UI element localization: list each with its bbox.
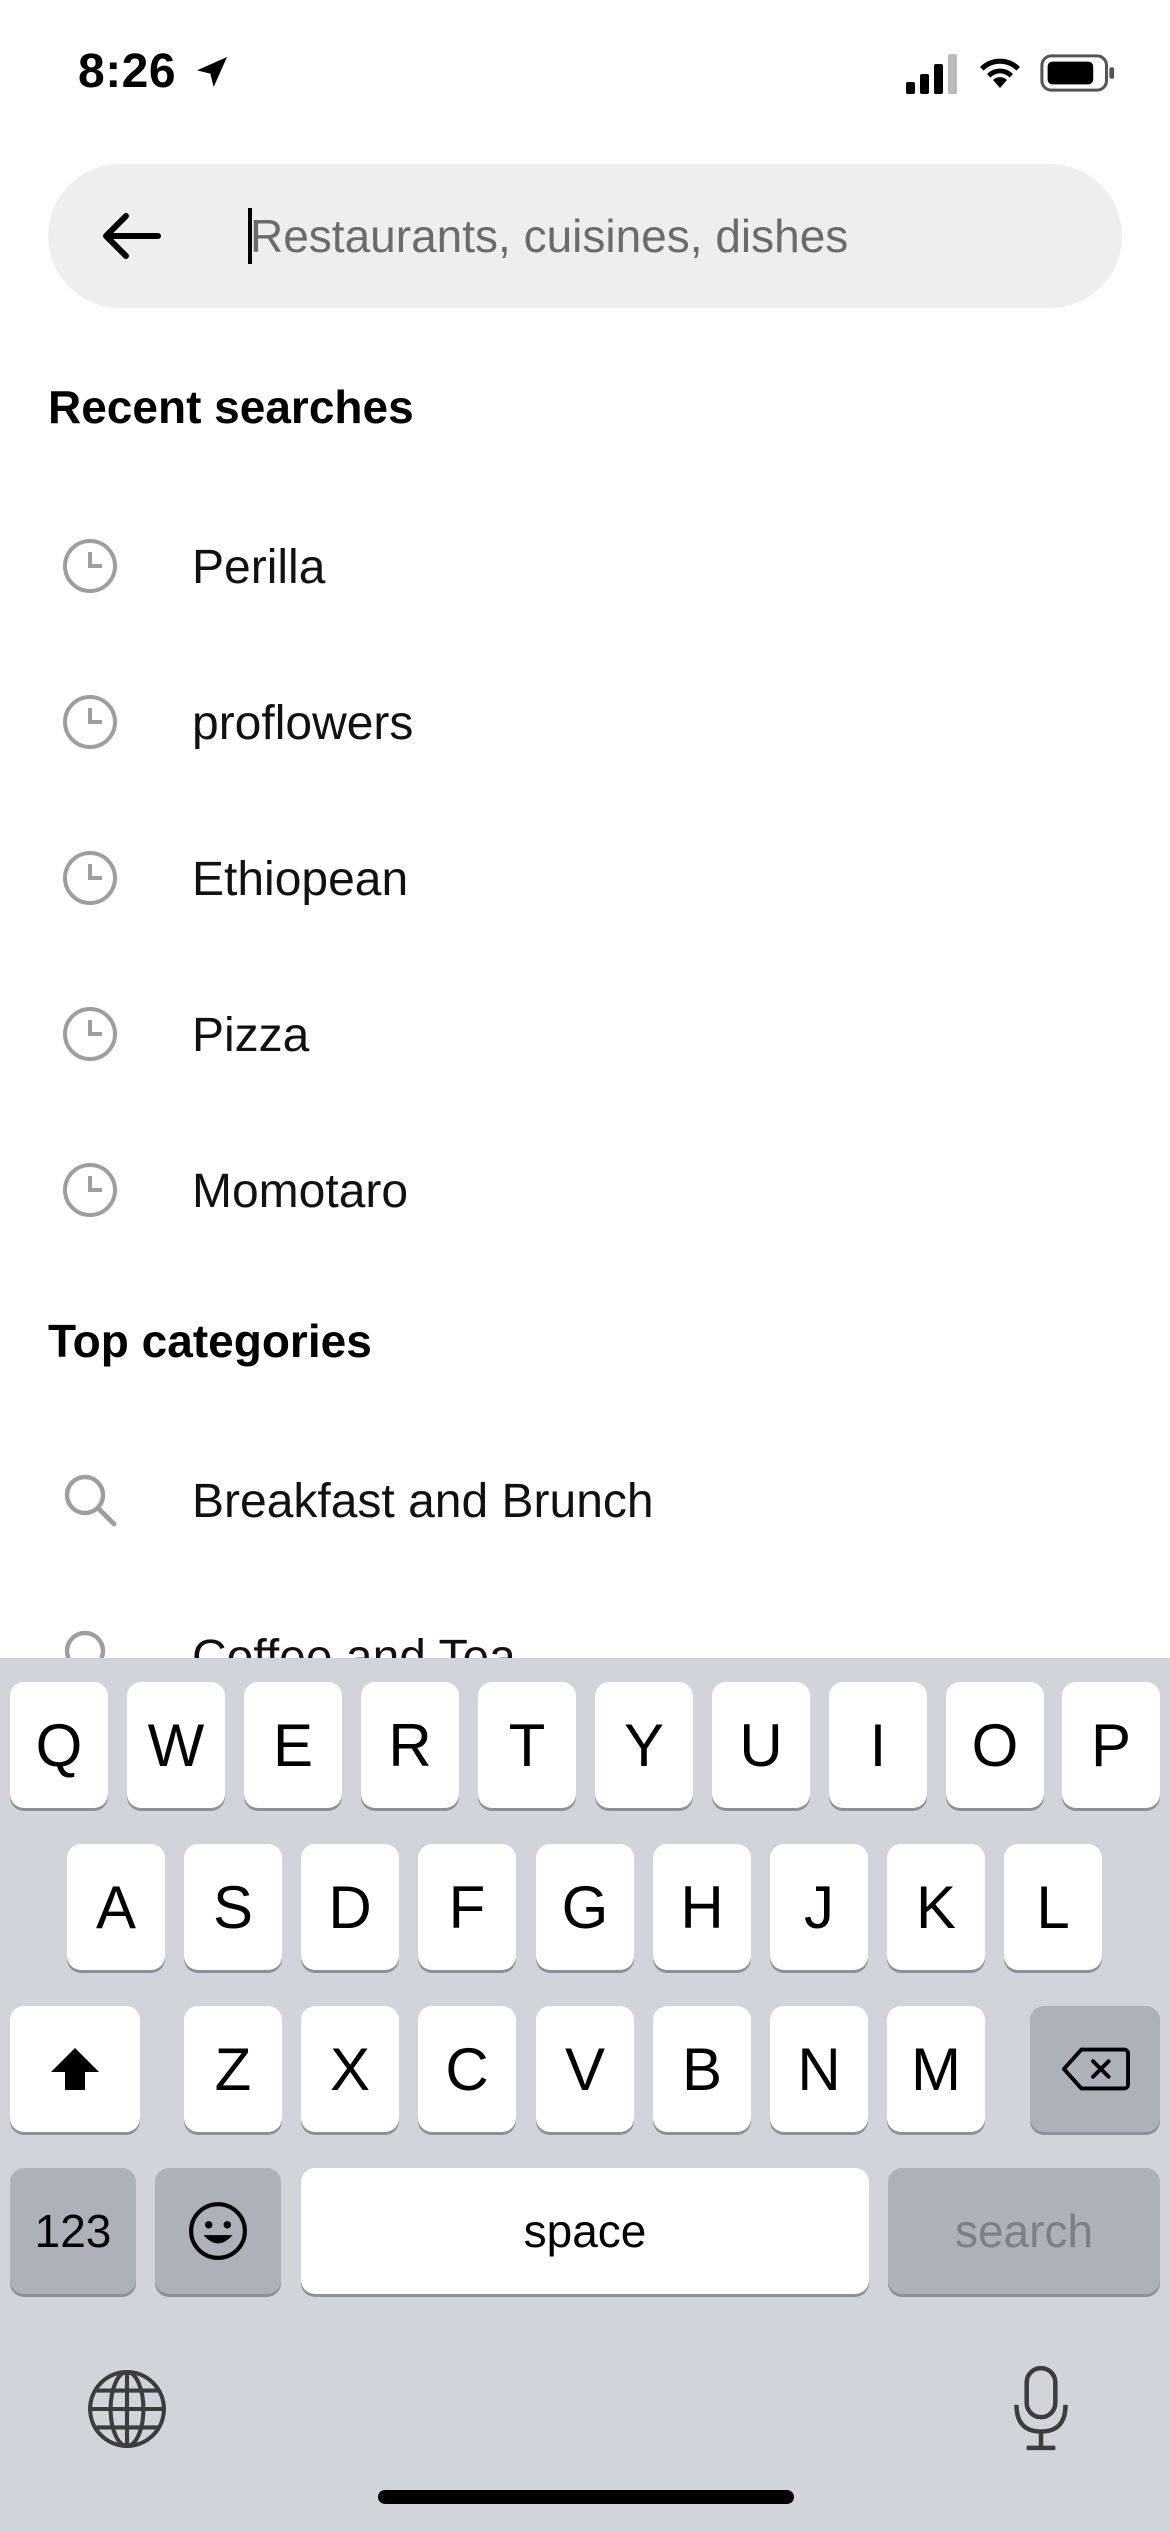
recent-search-item[interactable]: Pizza — [0, 956, 1170, 1112]
search-bar[interactable] — [48, 164, 1122, 308]
recent-search-label: Perilla — [192, 541, 326, 594]
search-key[interactable]: search — [888, 2168, 1160, 2294]
clock-icon — [63, 695, 117, 749]
key-g[interactable]: G — [536, 1844, 634, 1970]
key-n[interactable]: N — [770, 2006, 868, 2132]
key-m[interactable]: M — [887, 2006, 985, 2132]
location-arrow-icon — [197, 57, 227, 87]
wifi-icon — [980, 58, 1020, 88]
key-j[interactable]: J — [770, 1844, 868, 1970]
key-l[interactable]: L — [1004, 1844, 1102, 1970]
home-indicator — [378, 2490, 794, 2504]
recent-search-item[interactable]: Perilla — [0, 488, 1170, 644]
key-w[interactable]: W — [127, 1682, 225, 1808]
battery-icon — [1040, 54, 1115, 92]
key-r[interactable]: R — [361, 1682, 459, 1808]
keyboard: Q W E R T Y U I O P A S D F G H J K L Z … — [0, 1658, 1170, 2532]
key-a[interactable]: A — [67, 1844, 165, 1970]
microphone-icon[interactable] — [1010, 2364, 1072, 2454]
emoji-key[interactable] — [155, 2168, 281, 2294]
shift-icon — [51, 2048, 99, 2090]
back-arrow-icon — [103, 213, 161, 259]
key-c[interactable]: C — [418, 2006, 516, 2132]
cellular-signal-icon — [906, 54, 957, 94]
key-y[interactable]: Y — [595, 1682, 693, 1808]
key-b[interactable]: B — [653, 2006, 751, 2132]
recent-search-item[interactable]: Ethiopean — [0, 800, 1170, 956]
recent-search-item[interactable]: proflowers — [0, 644, 1170, 800]
recent-search-item[interactable]: Momotaro — [0, 1112, 1170, 1268]
search-input[interactable] — [250, 194, 1070, 278]
recent-search-label: Pizza — [192, 1009, 310, 1062]
key-e[interactable]: E — [244, 1682, 342, 1808]
key-i[interactable]: I — [829, 1682, 927, 1808]
search-icon — [64, 1474, 117, 1527]
clock-icon — [63, 1163, 117, 1217]
key-s[interactable]: S — [184, 1844, 282, 1970]
category-item[interactable]: Breakfast and Brunch — [0, 1422, 1170, 1578]
shift-key[interactable] — [10, 2006, 140, 2132]
key-f[interactable]: F — [418, 1844, 516, 1970]
key-v[interactable]: V — [536, 2006, 634, 2132]
space-key[interactable]: space — [301, 2168, 869, 2294]
status-bar: 8:26 — [0, 0, 1170, 150]
category-label: Breakfast and Brunch — [192, 1475, 654, 1528]
key-x[interactable]: X — [301, 2006, 399, 2132]
key-p[interactable]: P — [1062, 1682, 1160, 1808]
key-h[interactable]: H — [653, 1844, 751, 1970]
numbers-key[interactable]: 123 — [10, 2168, 136, 2294]
top-categories-heading: Top categories — [48, 1315, 372, 1367]
back-button[interactable] — [96, 200, 168, 272]
status-time: 8:26 — [78, 45, 177, 98]
recent-searches-heading: Recent searches — [48, 381, 414, 433]
key-z[interactable]: Z — [184, 2006, 282, 2132]
recent-search-label: Ethiopean — [192, 853, 409, 906]
clock-icon — [63, 539, 117, 593]
backspace-icon — [1061, 2047, 1130, 2091]
emoji-icon — [189, 2202, 247, 2260]
globe-icon[interactable] — [86, 2368, 168, 2450]
key-q[interactable]: Q — [10, 1682, 108, 1808]
key-u[interactable]: U — [712, 1682, 810, 1808]
clock-icon — [63, 1007, 117, 1061]
backspace-key[interactable] — [1030, 2006, 1160, 2132]
key-o[interactable]: O — [946, 1682, 1044, 1808]
recent-search-label: Momotaro — [192, 1165, 409, 1218]
clock-icon — [63, 851, 117, 905]
recent-search-label: proflowers — [192, 697, 414, 750]
key-k[interactable]: K — [887, 1844, 985, 1970]
key-t[interactable]: T — [478, 1682, 576, 1808]
key-d[interactable]: D — [301, 1844, 399, 1970]
